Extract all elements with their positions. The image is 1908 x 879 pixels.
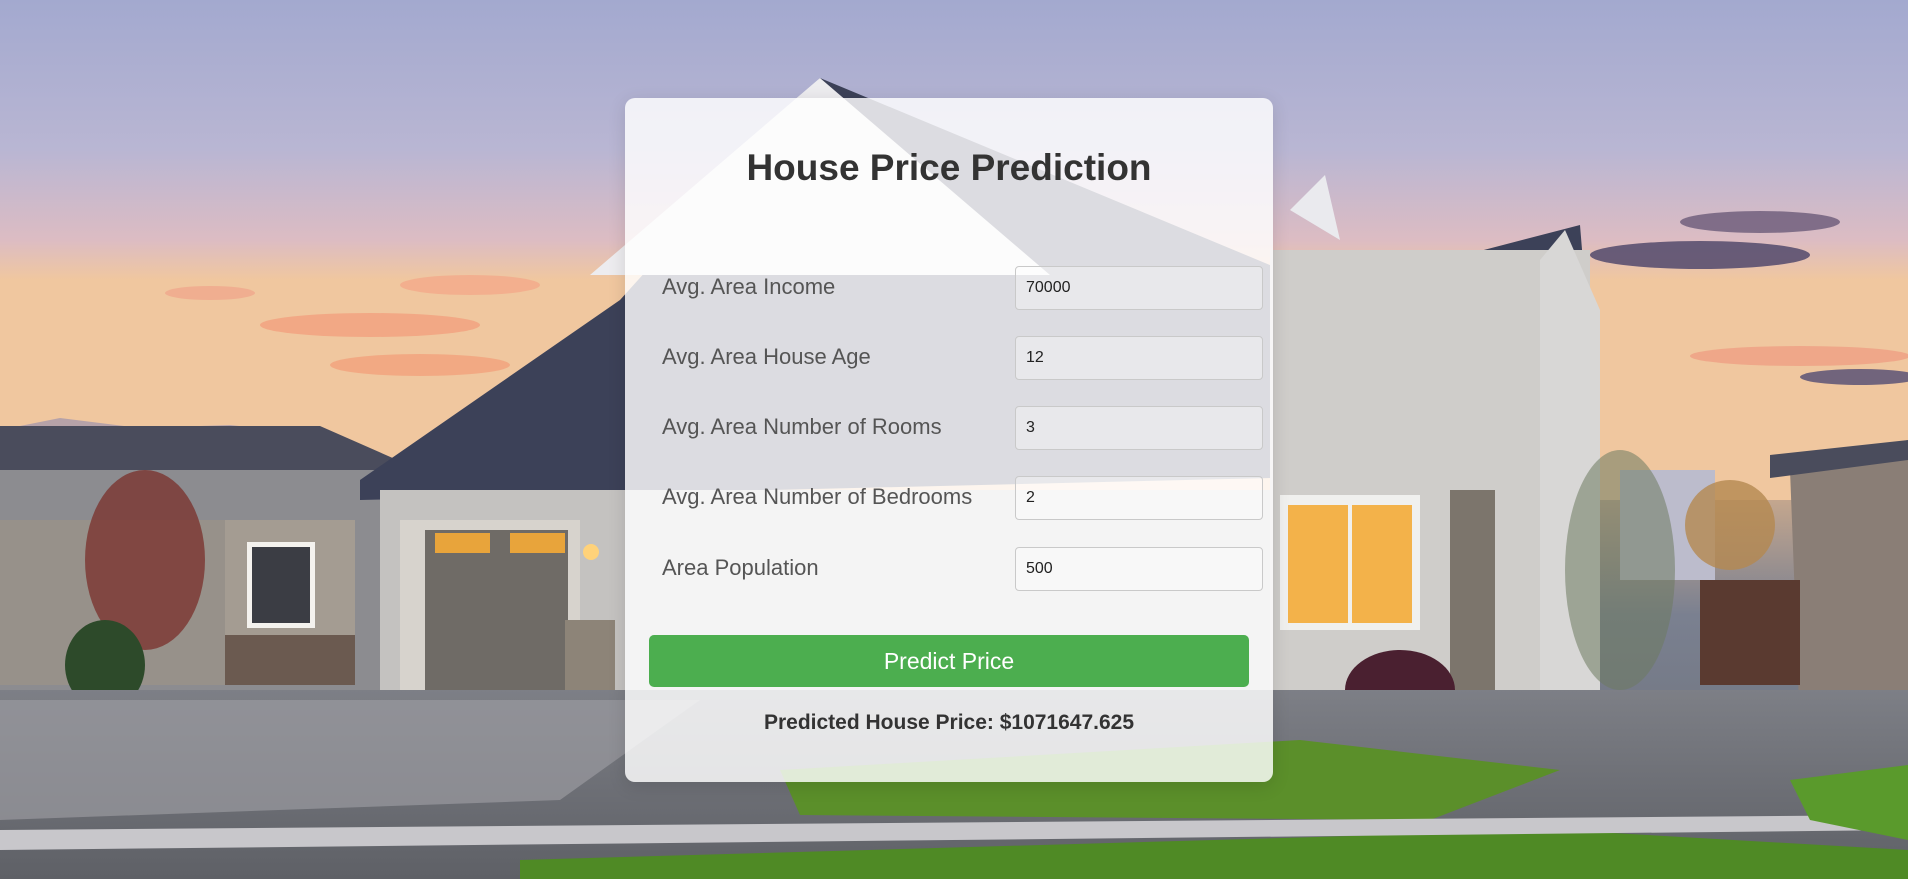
- house-age-input[interactable]: [1015, 336, 1263, 380]
- field-row-number-of-bedrooms: Avg. Area Number of Bedrooms: [662, 476, 1263, 520]
- area-income-input[interactable]: [1015, 266, 1263, 310]
- prediction-form-card: House Price Prediction Avg. Area Income …: [625, 98, 1273, 782]
- predict-price-button[interactable]: Predict Price: [649, 635, 1249, 687]
- number-of-rooms-label: Avg. Area Number of Rooms: [662, 414, 942, 439]
- field-row-house-age: Avg. Area House Age: [662, 336, 1263, 380]
- number-of-rooms-input[interactable]: [1015, 406, 1263, 450]
- area-population-input[interactable]: [1015, 547, 1263, 591]
- house-age-label: Avg. Area House Age: [662, 344, 871, 369]
- area-income-label: Avg. Area Income: [662, 274, 836, 299]
- predicted-price-result: Predicted House Price: $1071647.625: [763, 711, 1135, 734]
- field-row-area-population: Area Population: [662, 547, 1263, 591]
- number-of-bedrooms-label: Avg. Area Number of Bedrooms: [662, 484, 973, 509]
- number-of-bedrooms-input[interactable]: [1015, 476, 1263, 520]
- page-background: House Price Prediction Avg. Area Income …: [0, 0, 1908, 879]
- page-title: House Price Prediction: [746, 147, 1152, 188]
- field-row-area-income: Avg. Area Income: [662, 266, 1263, 310]
- field-row-number-of-rooms: Avg. Area Number of Rooms: [662, 406, 1263, 450]
- area-population-label: Area Population: [662, 555, 819, 580]
